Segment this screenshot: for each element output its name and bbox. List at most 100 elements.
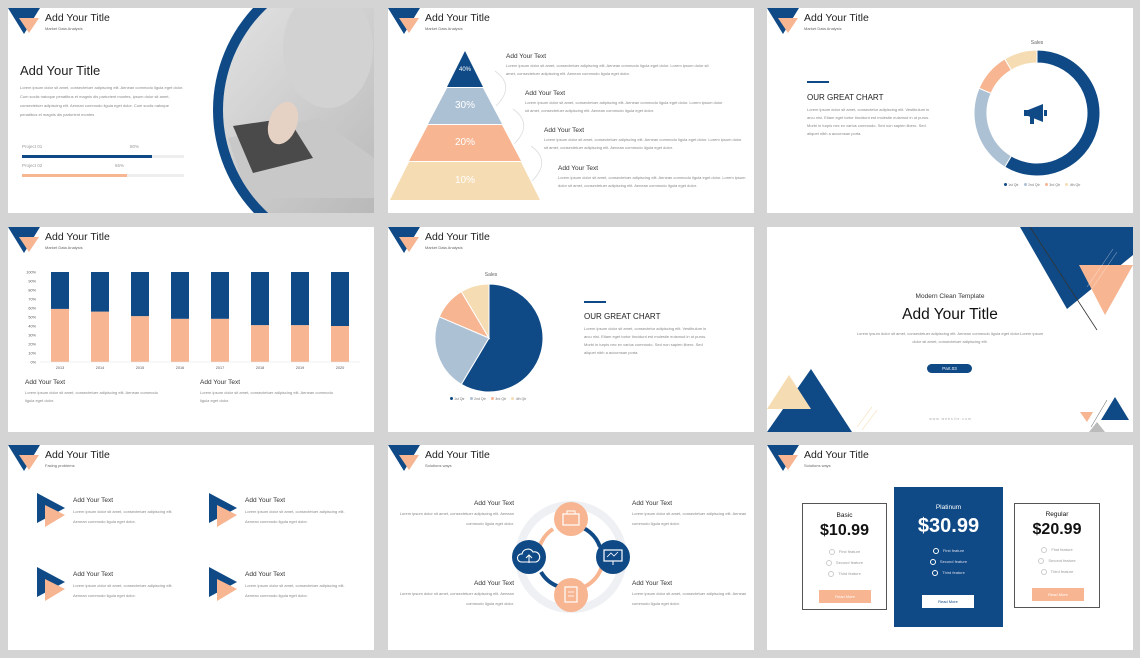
bar-segment <box>251 325 269 362</box>
text-body: Lorem ipsum dolor sit amet, consectetuer… <box>525 100 723 113</box>
y-tick-label: 50% <box>28 316 36 320</box>
chart-heading: OUR GREAT CHART <box>584 312 661 321</box>
feature-row: Second feature <box>1015 558 1099 564</box>
text-title: Add Your Text <box>25 379 65 386</box>
legend-item: 4th Qtr <box>511 397 526 401</box>
x-tick-label: 2014 <box>96 366 104 370</box>
chart-title: Sales <box>1030 40 1044 46</box>
feature-row: Third feature <box>1015 569 1099 575</box>
feature-label: Third feature <box>1050 569 1074 575</box>
plan-name: Regular <box>1045 511 1069 518</box>
legend-label: 2nd Qtr <box>1028 183 1040 187</box>
plan-name: Basic <box>836 512 853 519</box>
slide-title: Add Your Title <box>425 231 490 243</box>
progress-project-01: Project 01 80% <box>22 144 184 158</box>
chart-legend: 1st Qtr 2nd Qtr 3rd Qtr 4th Qtr <box>438 397 538 401</box>
bar-segment <box>331 272 349 326</box>
slide-8[interactable]: Add Your Title Solutions ways Add Your T… <box>388 445 754 650</box>
plan-price: $10.99 <box>820 522 869 539</box>
item-text: Lorem ipsum dolor sit amet, consectetuer… <box>399 591 514 606</box>
text-title: Add Your Text <box>525 90 565 97</box>
y-tick-label: 90% <box>28 280 36 284</box>
read-more-button[interactable]: Read More <box>922 595 974 608</box>
kicker-text: Modern Clean Template <box>915 293 985 300</box>
item-title: Add Your Text <box>474 580 514 587</box>
pricing-card-basic: Basic $10.99 First feature Second featur… <box>802 503 887 610</box>
bar-segment <box>131 316 149 362</box>
pyramid-text-4: Add Your Text Lorem ipsum dolor sit amet… <box>558 165 748 190</box>
play-triangles-icon <box>37 567 65 601</box>
bar-segment <box>211 272 229 319</box>
feature-label: Second feature <box>1048 558 1076 564</box>
chart-description: Lorem ipsum dolor sit amet, consectetur … <box>807 107 930 136</box>
read-more-button[interactable]: Read More <box>1032 588 1084 601</box>
feature-label: Third feature <box>942 570 965 576</box>
stacked-bar-chart: 0% 10% 20% 30% 40% 50% 60% 70% 80% 90% 100% 2013 201… <box>26 271 360 370</box>
slide-6[interactable]: Modern Clean Template Add Your Title Lor… <box>767 227 1133 432</box>
slide-title: Add Your Title <box>804 12 869 24</box>
slide-subtitle: Market Data Analysis <box>45 26 83 31</box>
progress-label: Project 01 <box>22 144 43 149</box>
item-title: Add Your Text <box>73 571 113 578</box>
check-circle-icon <box>828 571 835 577</box>
pyramid-label: 40% <box>458 67 471 73</box>
legend-item: 3rd Qtr <box>490 397 507 401</box>
check-circle-icon <box>929 559 936 565</box>
legend-label: 3rd Qtr <box>495 397 507 401</box>
text-body: Lorem ipsum dolor sit amet, consectetuer… <box>200 390 333 403</box>
slice-4th-qtr <box>1004 49 1038 71</box>
item-text: Lorem ipsum dolor sit amet, consectetuer… <box>245 509 345 524</box>
y-tick-label: 10% <box>28 352 36 356</box>
progress-value: 65% <box>115 163 125 168</box>
chart-title: Sales <box>484 272 498 278</box>
text-title: Add Your Text <box>200 379 240 386</box>
slide-1[interactable]: Add Your Title Market Data Analysis Add … <box>8 8 374 213</box>
x-tick-label: 2020 <box>336 366 344 370</box>
legend-swatch <box>1065 183 1069 186</box>
part-badge[interactable]: Part.03 <box>927 364 972 373</box>
feature-row: Third feature <box>894 570 1003 576</box>
problem-item-3: Add Your Text Lorem ipsum dolor sit amet… <box>37 567 173 608</box>
feature-row: First feature <box>894 548 1003 554</box>
slide-subtitle: Market Data Analysis <box>804 26 842 31</box>
pyramid-label: 20% <box>454 137 475 148</box>
feature-label: First feature <box>942 548 965 554</box>
read-more-button[interactable]: Read More <box>819 590 871 603</box>
x-tick-label: 2019 <box>296 366 304 370</box>
slide-4[interactable]: Add Your Title Market Data Analysis 0% 10… <box>8 227 374 432</box>
bar-segment <box>51 272 69 309</box>
feature-label: Second feature <box>835 560 864 566</box>
slide-subtitle: Solutions ways <box>804 463 831 468</box>
slide-3[interactable]: Add Your Title Market Data Analysis OUR … <box>767 8 1133 213</box>
item-text: Lorem ipsum dolor sit amet, consectetuer… <box>632 511 747 526</box>
check-circle-icon <box>932 548 939 554</box>
check-circle-icon <box>1041 547 1048 553</box>
text-title: Add Your Text <box>558 165 598 172</box>
slide-7[interactable]: Add Your Title Facing problems Add Your … <box>8 445 374 650</box>
legend-label: 1st Qtr <box>454 397 465 401</box>
plan-price: $20.99 <box>1032 521 1082 538</box>
play-triangles-icon <box>37 493 65 527</box>
main-title: Add Your Title <box>902 306 998 323</box>
slide-2[interactable]: Add Your Title Market Data Analysis 40% … <box>388 8 754 213</box>
logo-triangles-icon <box>767 445 799 471</box>
logo-triangles-icon <box>767 8 799 34</box>
logo-triangles-icon <box>8 445 40 471</box>
text-body: Lorem ipsum dolor sit amet, consectetuer… <box>25 390 158 403</box>
bar-segment <box>51 308 69 362</box>
slide-title: Add Your Title <box>45 231 110 243</box>
slide-subtitle: Market Data Analysis <box>45 245 83 250</box>
chart-description: Lorem ipsum dolor sit amet, consectetur … <box>584 326 707 355</box>
slide-5[interactable]: Add Your Title Market Data Analysis Sale… <box>388 227 754 432</box>
plan-name: Platinum <box>935 504 962 511</box>
slide-9[interactable]: Add Your Title Solutions ways Basic $10.… <box>767 445 1133 650</box>
legend-item: 1st Qtr <box>449 397 465 401</box>
pyramid-text-3: Add Your Text Lorem ipsum dolor sit amet… <box>544 127 744 152</box>
slide-title: Add Your Title <box>425 449 490 461</box>
pyramid-label: 10% <box>454 175 475 186</box>
chart-heading: OUR GREAT CHART <box>807 93 884 102</box>
bar-segment <box>91 311 109 362</box>
slide-subtitle: Market Data Analysis <box>425 245 463 250</box>
item-text: Lorem ipsum dolor sit amet, consectetuer… <box>399 511 514 526</box>
title-description: Lorem ipsum dolor sit amet, consectetuer… <box>856 331 1044 344</box>
